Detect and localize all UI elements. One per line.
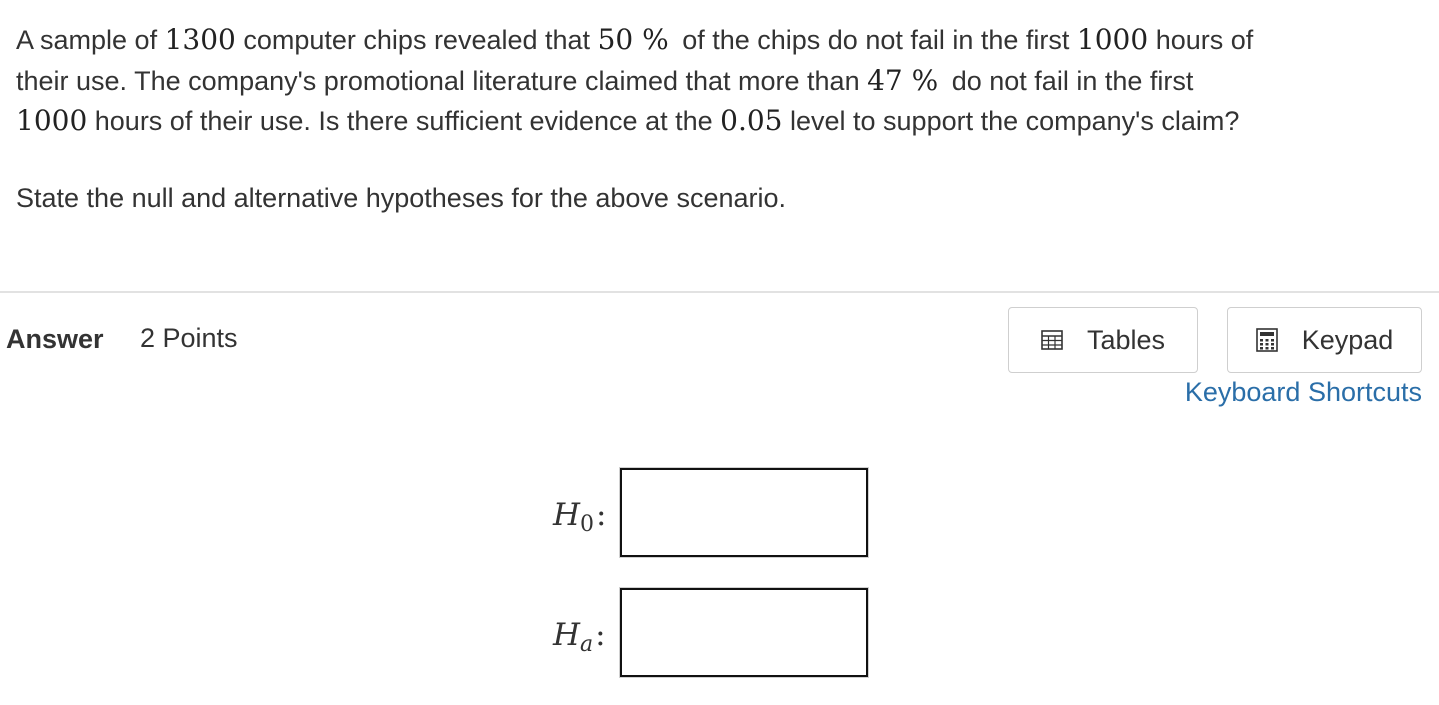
- question-text-segment: hours of: [1148, 25, 1254, 55]
- table-grid-icon: [1041, 330, 1063, 350]
- question-text-segment: computer chips revealed that: [235, 25, 598, 55]
- claimed-proportion: 47 %: [867, 63, 939, 97]
- question-text-segment: level to support the company's claim?: [782, 106, 1240, 136]
- question-text-segment: of the chips do not fail in the first: [674, 25, 1077, 55]
- null-hypothesis-label: H0:: [553, 497, 607, 537]
- question-page: A sample of 1300 computer chips revealed…: [0, 0, 1439, 705]
- keypad-button[interactable]: Keypad: [1227, 307, 1422, 373]
- calculator-icon: [1255, 328, 1278, 352]
- question-text-segment: their use. The company's promotional lit…: [16, 65, 868, 96]
- question-text-segment: do not fail in the first: [944, 65, 1194, 96]
- points-badge: 2 Points: [140, 323, 238, 353]
- question-text-segment: A sample of: [16, 25, 165, 55]
- alternative-hypothesis-symbol: H: [553, 617, 581, 653]
- alternative-hypothesis-subscript: a: [580, 632, 594, 657]
- alternative-hypothesis-input[interactable]: [619, 587, 869, 678]
- answer-heading: Answer: [6, 324, 104, 354]
- question-line-2: their use. The company's promotional lit…: [16, 61, 1416, 102]
- tables-button[interactable]: Tables: [1008, 307, 1198, 373]
- sample-proportion: 50 %: [597, 23, 669, 56]
- question-line-3: 1000 hours of their use. Is there suffic…: [16, 101, 1416, 142]
- null-hypothesis-subscript: 0: [580, 512, 595, 537]
- alternative-hypothesis-label: Ha:: [553, 617, 606, 657]
- alternative-hypothesis-colon: :: [595, 617, 606, 653]
- sample-size: 1300: [164, 23, 236, 56]
- instruction-text: State the null and alternative hypothese…: [16, 183, 787, 213]
- question-line-1: A sample of 1300 computer chips revealed…: [16, 20, 1416, 61]
- section-divider: [0, 291, 1439, 293]
- keyboard-shortcuts-link[interactable]: Keyboard Shortcuts: [1185, 377, 1422, 408]
- question-text: A sample of 1300 computer chips revealed…: [16, 20, 1416, 142]
- question-text-segment: hours of their use. Is there sufficient …: [87, 106, 721, 136]
- tables-button-label: Tables: [1086, 324, 1166, 355]
- keypad-button-label: Keypad: [1301, 324, 1394, 355]
- hours-value: 1000: [16, 104, 88, 137]
- significance-level: 0.05: [720, 104, 783, 137]
- null-hypothesis-input[interactable]: [619, 467, 869, 558]
- null-hypothesis-colon: :: [596, 497, 607, 533]
- null-hypothesis-symbol: H: [553, 497, 581, 533]
- hours-value: 1000: [1076, 23, 1149, 56]
